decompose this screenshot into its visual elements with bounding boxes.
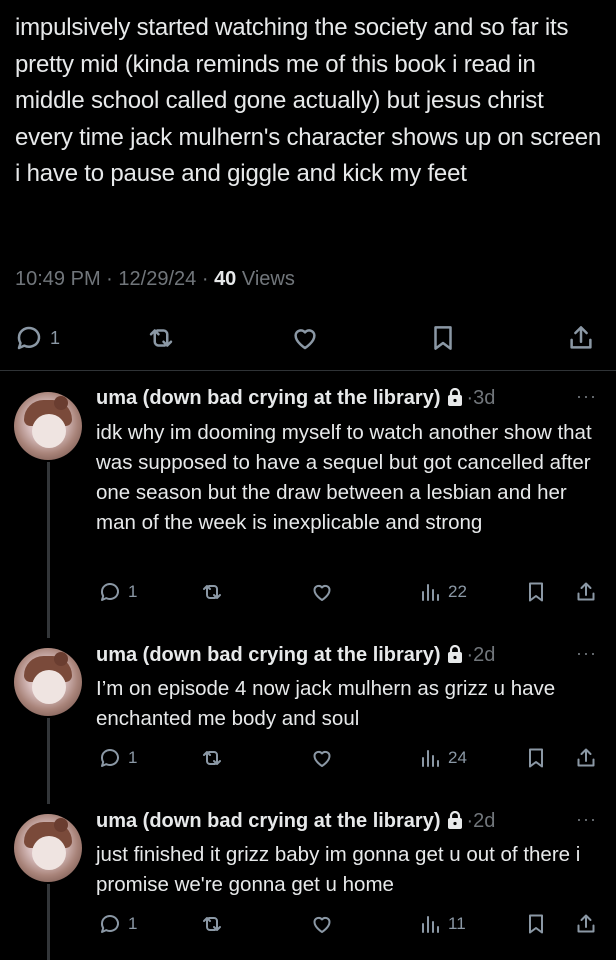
author-name[interactable]: uma (down bad crying at the library) xyxy=(96,387,441,409)
analytics-icon xyxy=(422,750,439,767)
post-action-bar: 1 xyxy=(0,318,616,358)
reply-button[interactable]: 1 xyxy=(14,318,60,358)
reply-icon xyxy=(100,915,119,933)
reply-count: 1 xyxy=(128,914,138,933)
heart-icon xyxy=(313,584,331,601)
meta-separator: · xyxy=(106,268,113,290)
views-count: 24 xyxy=(448,748,467,767)
repost-button[interactable] xyxy=(200,578,224,606)
reply-text: I’m on episode 4 now jack mulhern as gri… xyxy=(96,677,556,730)
lock-icon xyxy=(447,387,463,412)
bookmark-icon xyxy=(434,326,452,350)
views-count: 11 xyxy=(448,914,466,933)
bookmark-button[interactable] xyxy=(524,578,548,606)
like-button[interactable] xyxy=(310,744,334,772)
reply-time[interactable]: ·2d xyxy=(467,644,496,666)
reply-count: 1 xyxy=(128,582,138,601)
repost-icon xyxy=(203,917,221,931)
reply-count: 1 xyxy=(128,748,138,767)
post-time[interactable]: 10:49 PM xyxy=(15,268,101,290)
repost-icon xyxy=(149,329,173,347)
bookmark-icon xyxy=(529,582,543,602)
views-count[interactable]: 40 xyxy=(214,268,236,290)
analytics-icon xyxy=(422,584,439,601)
thread-line xyxy=(47,884,50,960)
author-name[interactable]: uma (down bad crying at the library) xyxy=(96,644,441,666)
share-icon xyxy=(577,582,595,601)
avatar[interactable] xyxy=(14,814,82,882)
reply-time[interactable]: ·2d xyxy=(467,810,496,832)
lock-icon xyxy=(447,810,463,835)
avatar[interactable] xyxy=(14,392,82,460)
more-options-button[interactable]: ··· xyxy=(576,386,597,407)
reply-button[interactable]: 1 xyxy=(98,744,137,772)
like-button[interactable] xyxy=(310,910,334,938)
share-button[interactable] xyxy=(574,910,598,938)
share-icon xyxy=(577,748,595,767)
reply-header: uma (down bad crying at the library) ·2d xyxy=(96,810,495,835)
bookmark-button[interactable] xyxy=(524,744,548,772)
reply-icon xyxy=(17,326,41,350)
share-button[interactable] xyxy=(574,578,598,606)
analytics-icon xyxy=(422,916,439,933)
author-name[interactable]: uma (down bad crying at the library) xyxy=(96,810,441,832)
heart-icon xyxy=(294,329,316,350)
bookmark-icon xyxy=(529,748,543,768)
share-icon xyxy=(577,914,595,933)
main-post: impulsively started watching the society… xyxy=(15,10,605,193)
post-date[interactable]: 12/29/24 xyxy=(118,268,196,290)
reply-count: 1 xyxy=(50,327,61,348)
bookmark-button[interactable] xyxy=(428,318,458,358)
bookmark-button[interactable] xyxy=(524,910,548,938)
thread-line xyxy=(47,462,50,638)
views-button[interactable]: 24 xyxy=(418,744,467,772)
share-button[interactable] xyxy=(574,744,598,772)
views-count: 22 xyxy=(448,582,467,601)
like-button[interactable] xyxy=(290,318,320,358)
reply-button[interactable]: 1 xyxy=(98,578,137,606)
repost-icon xyxy=(203,585,221,599)
post-text: impulsively started watching the society… xyxy=(15,14,602,187)
thread-line xyxy=(47,718,50,804)
reply-button[interactable]: 1 xyxy=(98,910,137,938)
views-button[interactable]: 22 xyxy=(418,578,467,606)
divider xyxy=(0,370,616,371)
views-button[interactable]: 11 xyxy=(418,910,466,938)
avatar[interactable] xyxy=(14,648,82,716)
reply-icon xyxy=(100,749,119,767)
reply-header: uma (down bad crying at the library) ·3d xyxy=(96,387,495,412)
lock-icon xyxy=(447,644,463,669)
more-options-button[interactable]: ··· xyxy=(576,643,597,664)
reply-text: idk why im dooming myself to watch anoth… xyxy=(96,421,592,534)
more-options-button[interactable]: ··· xyxy=(576,809,597,830)
views-label: Views xyxy=(241,268,295,290)
reply-icon xyxy=(100,583,119,601)
repost-button[interactable] xyxy=(146,318,176,358)
like-button[interactable] xyxy=(310,578,334,606)
share-button[interactable] xyxy=(566,318,596,358)
repost-button[interactable] xyxy=(200,910,224,938)
meta-separator: · xyxy=(201,268,209,290)
reply-header: uma (down bad crying at the library) ·2d xyxy=(96,644,495,669)
repost-icon xyxy=(203,751,221,765)
reply-time[interactable]: ·3d xyxy=(467,387,496,409)
post-meta: 10:49 PM · 12/29/24 · 40 Views xyxy=(15,268,295,291)
reply-text: just finished it grizz baby im gonna get… xyxy=(96,843,581,896)
heart-icon xyxy=(313,750,331,767)
bookmark-icon xyxy=(529,914,543,934)
repost-button[interactable] xyxy=(200,744,224,772)
share-icon xyxy=(570,326,592,349)
heart-icon xyxy=(313,916,331,933)
